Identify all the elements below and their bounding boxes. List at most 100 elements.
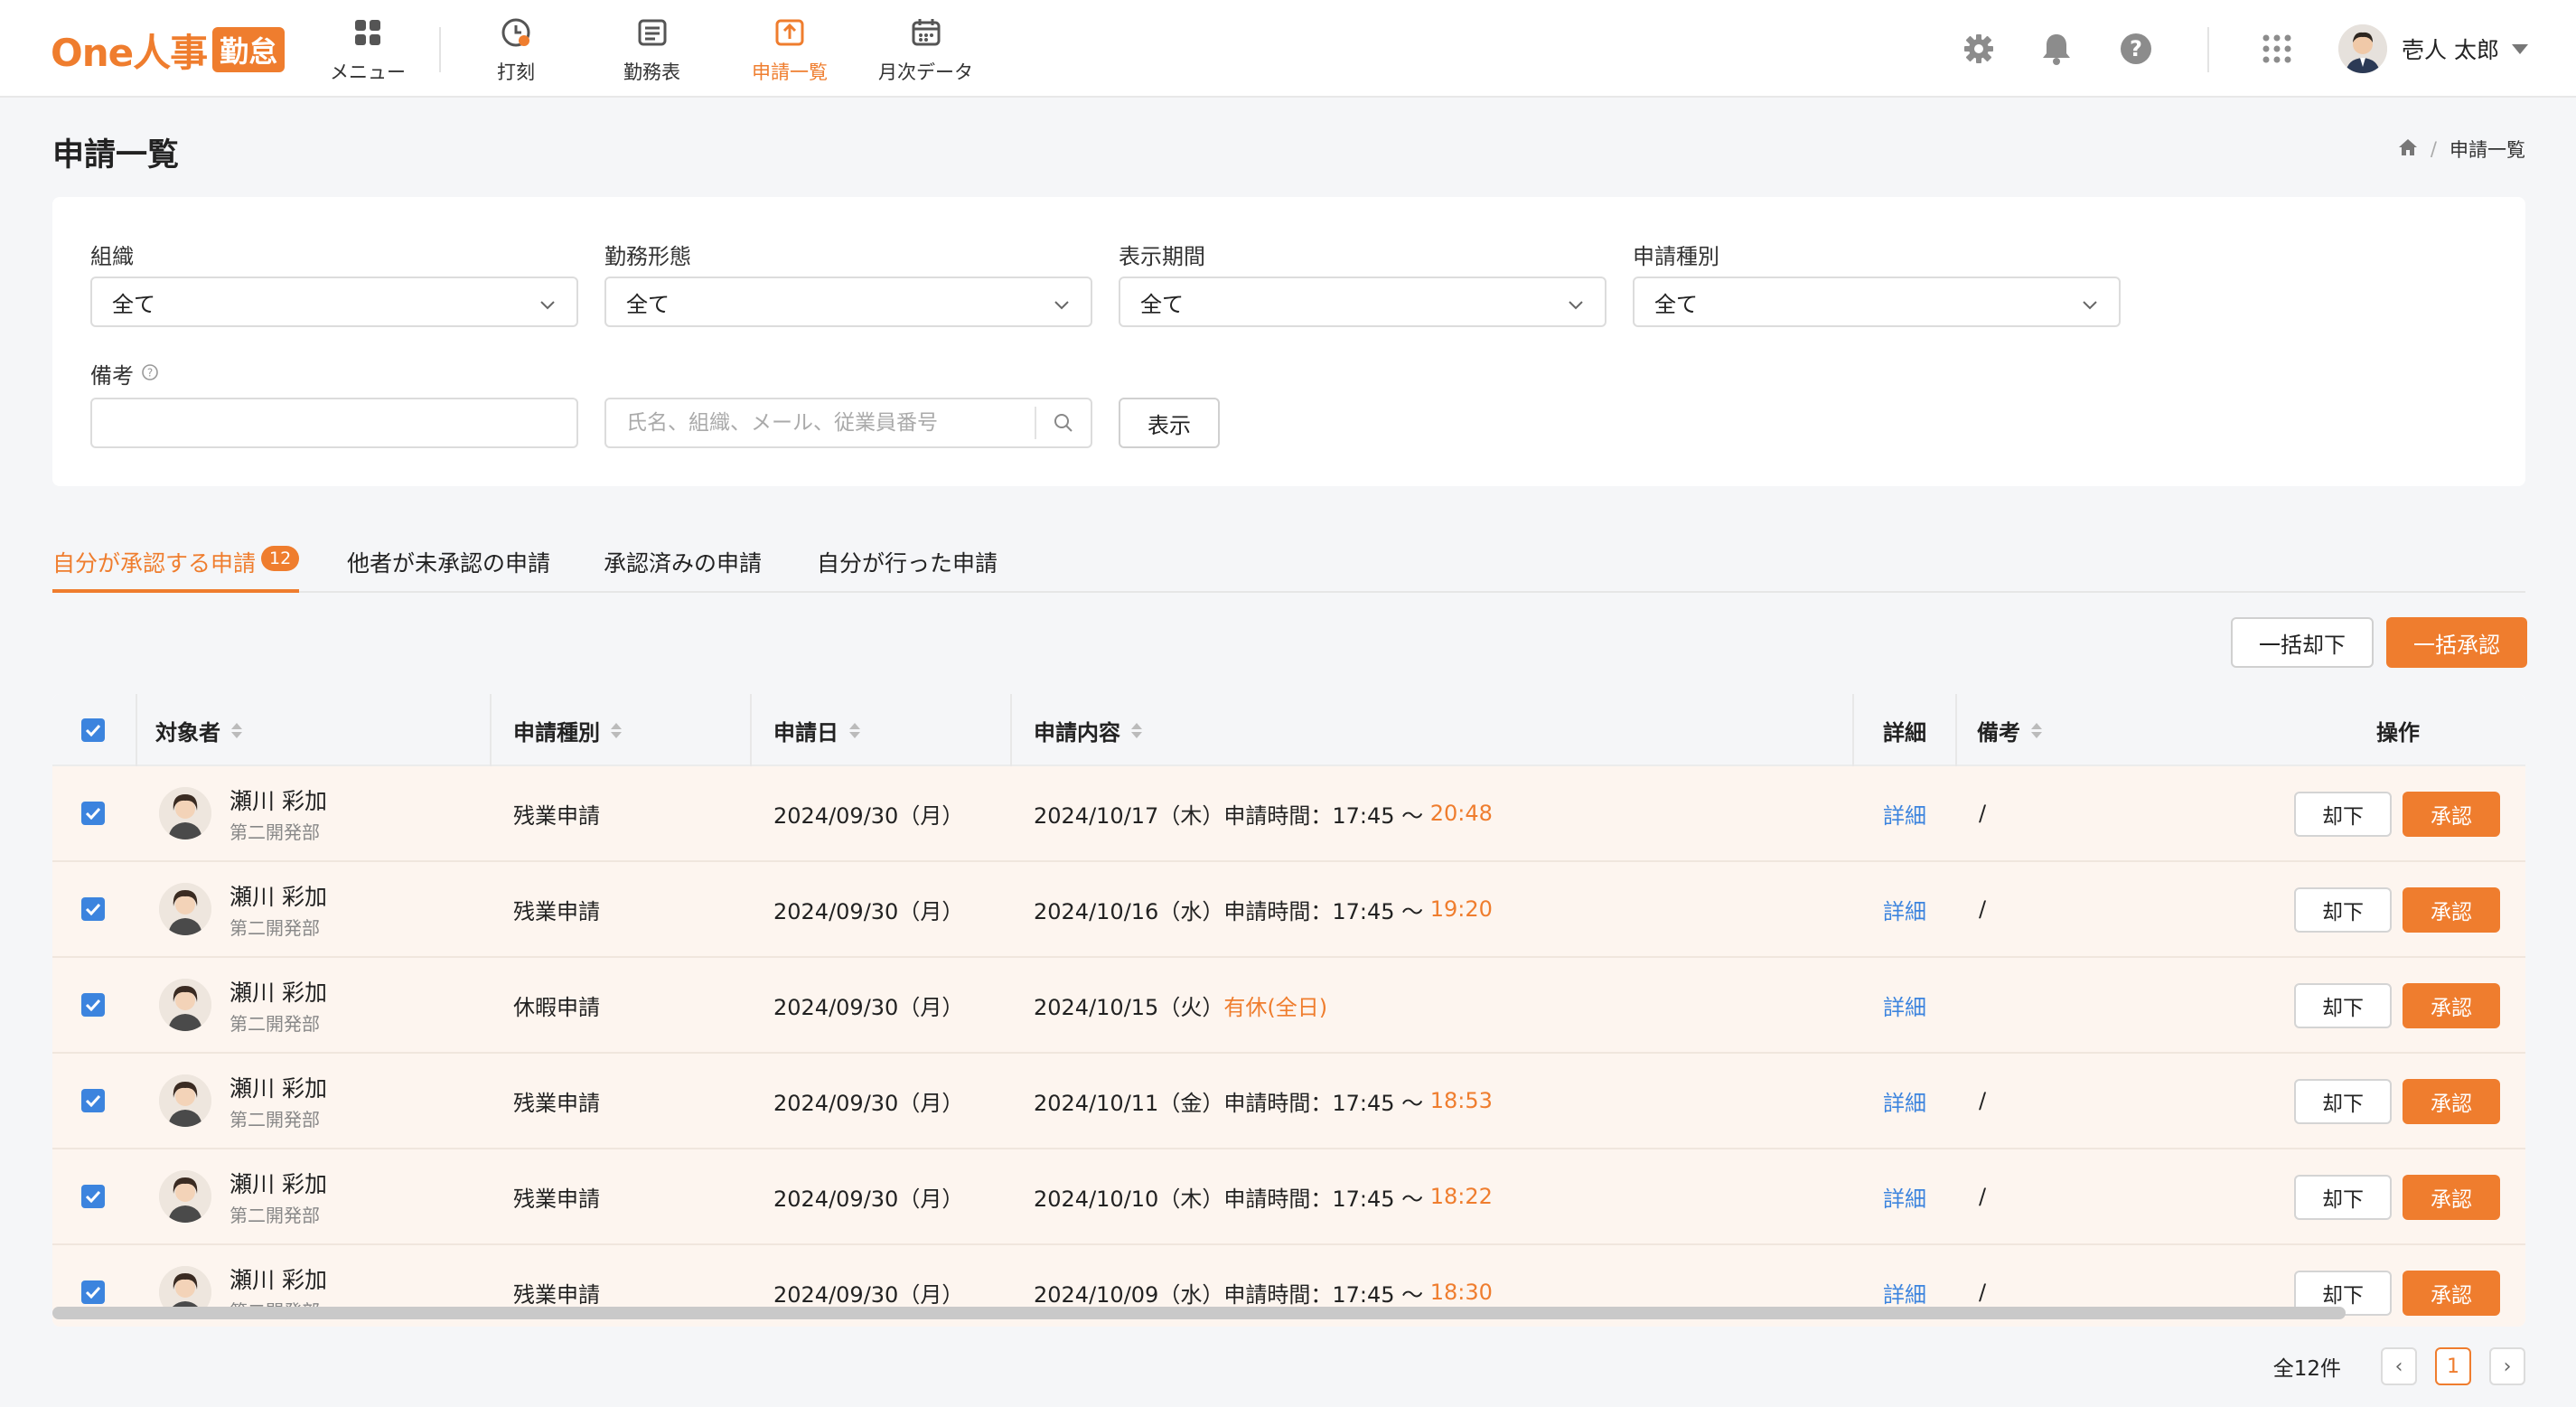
tab-approved[interactable]: 承認済みの申請 <box>604 540 762 593</box>
approve-button[interactable]: 承認 <box>2403 887 2500 933</box>
apps-grid-icon[interactable] <box>2257 29 2297 69</box>
horizontal-scrollbar[interactable] <box>52 1307 2346 1319</box>
reject-button[interactable]: 却下 <box>2294 983 2392 1028</box>
chevron-down-icon <box>2081 294 2099 319</box>
approve-button[interactable]: 承認 <box>2403 1271 2500 1316</box>
search-field <box>604 398 1092 448</box>
org-label: 組織 <box>90 244 134 269</box>
column-target[interactable]: 対象者 <box>155 694 242 766</box>
period-select[interactable]: 全て <box>1119 277 1606 327</box>
sort-icon[interactable] <box>2031 722 2042 738</box>
avatar <box>159 1074 211 1127</box>
org-select[interactable]: 全て <box>90 277 578 327</box>
tab-others-pending[interactable]: 他者が未承認の申請 <box>347 540 550 593</box>
person-info: 瀬川 彩加第二開発部 <box>229 879 327 940</box>
page-button-current[interactable]: 1 <box>2435 1347 2471 1385</box>
bell-icon[interactable] <box>2037 29 2076 69</box>
reject-button[interactable]: 却下 <box>2294 792 2392 837</box>
table-row[interactable]: 瀬川 彩加 第二開発部 残業申請 2024/09/30（月） 2024/10/16（水）… <box>52 862 2525 958</box>
person-name: 瀬川 彩加 <box>229 1074 327 1102</box>
table-row[interactable]: 瀬川 彩加 第二開発部 残業申請 2024/09/30（月） 2024/10/17（木）… <box>52 766 2525 862</box>
bulk-reject-button[interactable]: 一括却下 <box>2231 617 2374 668</box>
svg-text:?: ? <box>147 366 153 379</box>
row-checkbox[interactable] <box>81 897 105 921</box>
logo-text: One人事 <box>51 30 208 75</box>
work-style-select[interactable]: 全て <box>604 277 1092 327</box>
column-content[interactable]: 申請内容 <box>1034 694 1142 766</box>
detail-link[interactable]: 詳細 <box>1883 766 1926 860</box>
approve-button[interactable]: 承認 <box>2403 1079 2500 1124</box>
application-table: 対象者 申請種別 申請日 申請内容 詳細 備考 操作 瀬川 彩加第二開発部 残業… <box>52 694 2525 1327</box>
note-value: / <box>1979 1088 1987 1113</box>
approve-button[interactable]: 承認 <box>2403 983 2500 1028</box>
sort-icon[interactable] <box>231 722 242 738</box>
content-highlight: 18:53 <box>1429 1088 1493 1113</box>
nav-punch[interactable]: 打刻 <box>497 16 535 85</box>
person-info: 瀬川 彩加第二開発部 <box>229 783 327 844</box>
nav-menu[interactable]: メニュー <box>330 16 406 85</box>
nav-application-list[interactable]: 申請一覧 <box>752 16 828 85</box>
nav-monthly-data-label: 月次データ <box>878 61 973 83</box>
next-page-button[interactable]: › <box>2489 1347 2525 1385</box>
avatar <box>159 979 211 1031</box>
column-note-label: 備考 <box>1977 719 2020 746</box>
row-checkbox[interactable] <box>81 1280 105 1304</box>
select-all-cell <box>81 694 105 766</box>
nav-monthly-data[interactable]: 月次データ <box>878 16 973 85</box>
help-icon[interactable]: ? <box>2116 29 2156 69</box>
application-type-select[interactable]: 全て <box>1633 277 2121 327</box>
approve-button[interactable]: 承認 <box>2403 1175 2500 1220</box>
column-date[interactable]: 申請日 <box>773 694 860 766</box>
row-checkbox[interactable] <box>81 1185 105 1208</box>
user-menu[interactable]: 壱人 太郎 <box>2338 22 2528 76</box>
person-info: 瀬川 彩加第二開発部 <box>229 975 327 1036</box>
row-checkbox[interactable] <box>81 1089 105 1112</box>
target-person: 瀬川 彩加第二開発部 <box>159 766 327 860</box>
table-row[interactable]: 瀬川 彩加 第二開発部 休暇申請 2024/09/30（月） 2024/10/15（火）… <box>52 958 2525 1054</box>
detail-link[interactable]: 詳細 <box>1883 958 1926 1052</box>
detail-link[interactable]: 詳細 <box>1883 1054 1926 1148</box>
top-header: One人事 勤怠 メニュー 打刻 勤務表 申請一覧 月次データ ? 壱人 太郎 <box>0 0 2576 98</box>
bulk-approve-button[interactable]: 一括承認 <box>2386 617 2527 668</box>
tab-approved-label: 承認済みの申請 <box>604 550 763 577</box>
row-checkbox[interactable] <box>81 802 105 825</box>
detail-link[interactable]: 詳細 <box>1883 862 1926 956</box>
column-type[interactable]: 申請種別 <box>513 694 622 766</box>
select-all-checkbox[interactable] <box>81 718 105 742</box>
tab-my-approvals[interactable]: 自分が承認する申請 12 <box>52 540 300 593</box>
app-logo[interactable]: One人事 勤怠 <box>51 27 286 75</box>
content-text: 2024/10/15（火） <box>1034 994 1224 1020</box>
approve-button[interactable]: 承認 <box>2403 792 2500 837</box>
reject-button[interactable]: 却下 <box>2294 1175 2392 1220</box>
sort-icon[interactable] <box>1131 722 1142 738</box>
search-input[interactable] <box>606 399 1035 446</box>
table-row[interactable]: 瀬川 彩加 第二開発部 残業申請 2024/09/30（月） 2024/10/10（木）… <box>52 1149 2525 1245</box>
person-department: 第二開発部 <box>229 821 320 843</box>
prev-page-button[interactable]: ‹ <box>2381 1347 2417 1385</box>
row-checkbox-cell <box>81 1054 105 1148</box>
reject-button[interactable]: 却下 <box>2294 887 2392 933</box>
tab-others-pending-label: 他者が未承認の申請 <box>347 550 551 577</box>
help-circle-icon[interactable]: ? <box>141 361 159 387</box>
nav-timesheet[interactable]: 勤務表 <box>623 16 680 85</box>
reject-button[interactable]: 却下 <box>2294 1079 2392 1124</box>
application-date: 2024/09/30（月） <box>773 994 964 1020</box>
tab-my-applications[interactable]: 自分が行った申請 <box>817 540 998 593</box>
search-icon[interactable] <box>1036 399 1091 446</box>
detail-link[interactable]: 詳細 <box>1883 1149 1926 1243</box>
sort-icon[interactable] <box>849 722 860 738</box>
application-date: 2024/09/30（月） <box>773 802 964 829</box>
gear-icon[interactable] <box>1959 29 1999 69</box>
row-checkbox[interactable] <box>81 993 105 1017</box>
application-type: 残業申請 <box>513 898 600 924</box>
show-button[interactable]: 表示 <box>1119 398 1220 448</box>
filter-panel: 組織 全て 勤務形態 全て 表示期間 全て 申請種別 全て 備考 ? 表示 <box>52 197 2525 486</box>
note-input[interactable] <box>90 398 578 448</box>
content-text: 2024/10/11（金）申請時間：17:45 〜 <box>1034 1090 1430 1116</box>
column-note[interactable]: 備考 <box>1977 694 2042 766</box>
table-row[interactable]: 瀬川 彩加 第二開発部 残業申請 2024/09/30（月） 2024/10/11（金）… <box>52 1054 2525 1149</box>
home-icon[interactable] <box>2398 138 2418 161</box>
breadcrumb-current: 申請一覧 <box>2450 139 2525 161</box>
note-value: / <box>1979 896 1987 922</box>
sort-icon[interactable] <box>611 722 622 738</box>
